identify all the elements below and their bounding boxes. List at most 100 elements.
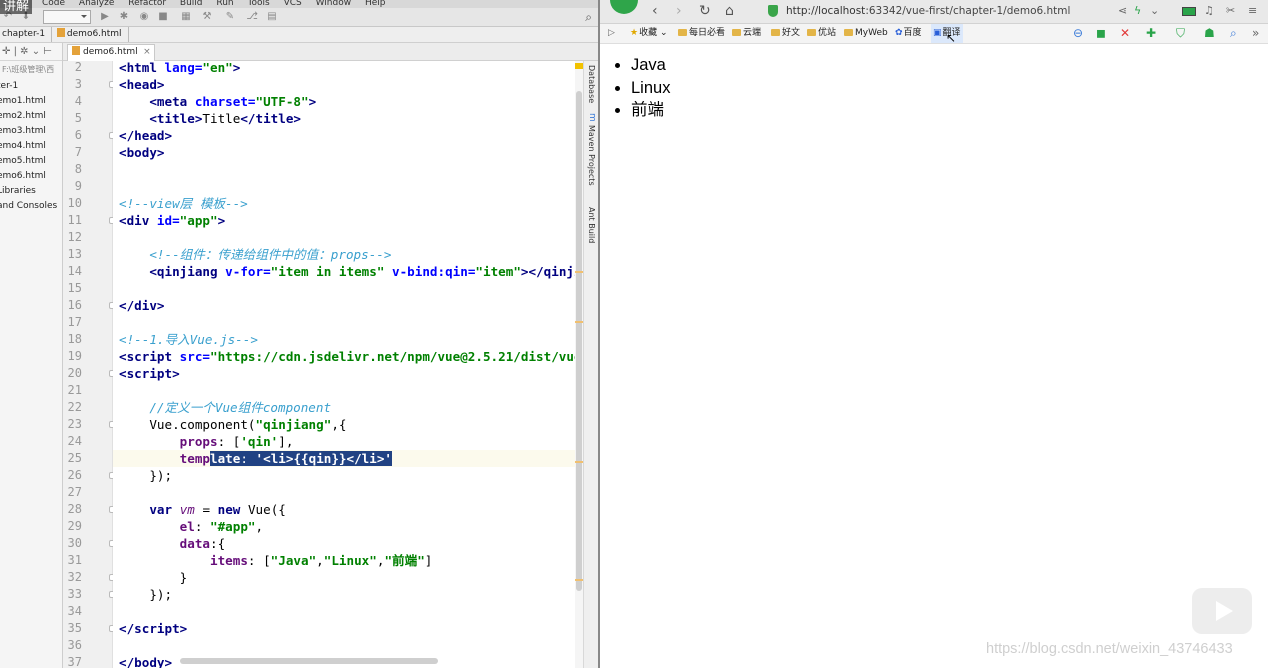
ext-x-icon[interactable]: ✕ [1120,26,1130,40]
menu-run[interactable]: Run [216,0,233,8]
tree-item-file[interactable]: emo4.html [0,139,62,154]
code-line[interactable]: template: '<li>{{qin}}</li>' [119,450,393,467]
settings-icon[interactable]: ✎ [224,11,236,23]
tree-item-file[interactable]: emo3.html [0,124,62,139]
run-config-select[interactable] [43,10,91,24]
menu-code[interactable]: Code [42,0,65,8]
error-stripe-marker[interactable] [575,579,583,581]
menu-window[interactable]: Window [316,0,352,8]
headphones-icon[interactable]: ♫ [1204,4,1214,18]
bookmark-cloud[interactable]: 云端 [732,24,761,43]
tree-item-file[interactable]: emo5.html [0,154,62,169]
hide-icon[interactable]: ⊢ [43,46,52,57]
editor-vertical-scrollbar[interactable] [575,61,583,668]
ext-add-icon[interactable]: ✚ [1146,26,1156,40]
warning-marker[interactable] [575,63,583,69]
editor-horizontal-scrollbar[interactable] [180,658,438,664]
tree-item-scratches[interactable]: and Consoles [0,199,62,214]
code-line[interactable]: items: ["Java","Linux","前端"] [119,552,432,569]
code-line[interactable]: Vue.component("qinjiang",{ [119,416,346,433]
address-bar[interactable]: http://localhost:63342/vue-first/chapter… [760,3,1100,20]
home-icon[interactable]: ⌂ [725,3,734,19]
code-line[interactable]: <script src="https://cdn.jsdelivr.net/np… [119,348,583,365]
run-icon[interactable]: ▶ [99,11,111,23]
chevron-down-icon[interactable]: ⌄ [1150,4,1159,18]
code-line[interactable]: <head> [119,76,165,93]
code-line[interactable]: <meta charset="UTF-8"> [119,93,316,110]
tree-item-libraries[interactable]: Libraries [0,184,62,199]
code-line[interactable]: </body> [119,654,172,668]
menu-tools[interactable]: Tools [248,0,270,8]
debug-icon[interactable]: ✱ [118,11,130,23]
code-line[interactable]: props: ['qin'], [119,433,294,450]
tool-database[interactable]: Database [584,65,598,103]
error-stripe-marker[interactable] [575,271,583,273]
structure-icon[interactable]: ⚒ [201,11,213,23]
chevron-down-icon[interactable]: ⌄ [32,46,40,57]
vcs-icon[interactable]: ⎇ [246,11,258,23]
code-line[interactable]: }); [119,467,172,484]
sidebar-toggle-icon[interactable]: ▷ [608,24,615,43]
code-line[interactable]: <div id="app"> [119,212,225,229]
project-structure-icon[interactable]: ▤ [266,11,278,23]
bookmark-sites[interactable]: 优站 [807,24,836,43]
share-icon[interactable]: ⋖ [1118,4,1127,18]
video-play-button[interactable] [1192,588,1252,634]
error-stripe-marker[interactable] [575,321,583,323]
bookmark-baidu[interactable]: ✿百度 [895,24,922,43]
code-line[interactable]: <body> [119,144,165,161]
more-icon[interactable]: » [1252,26,1259,40]
menu-help[interactable]: Help [365,0,386,8]
ext-green-icon[interactable]: ◼ [1096,26,1106,40]
code-line[interactable]: <title>Title</title> [119,110,301,127]
code-line[interactable]: }); [119,586,172,603]
back-icon[interactable]: ‹ [652,3,658,19]
tree-item-file[interactable]: emo6.html [0,169,62,184]
tool-maven-projects[interactable]: Maven Projects [584,125,598,186]
close-icon[interactable]: × [143,45,151,60]
code-line[interactable]: <!--view层 模板--> [119,195,248,212]
code-line[interactable]: </script> [119,620,187,637]
error-stripe-marker[interactable] [575,461,583,463]
bookmark-favorites[interactable]: ★收藏 ⌄ [630,24,668,43]
menu-build[interactable]: Build [180,0,203,8]
tree-item-chapter[interactable]: ter-1 [0,79,62,94]
url-text[interactable]: http://localhost:63342/vue-first/chapter… [786,3,1070,20]
breadcrumb-item[interactable]: demo6.html [55,27,129,42]
gear-icon[interactable]: ✲ [20,46,28,57]
code-line[interactable]: <!--组件：传递给组件中的值：props--> [119,246,391,263]
sdk-icon[interactable]: ▦ [180,11,192,23]
lightning-icon[interactable]: ϟ [1134,4,1141,18]
ext-shield-icon[interactable]: ⛉ [1176,26,1185,40]
zoom-out-icon[interactable]: ⊖ [1073,26,1083,40]
breadcrumb-item[interactable]: chapter-1 [0,27,53,42]
stop-icon[interactable]: ■ [157,11,169,23]
code-line[interactable]: </head> [119,127,172,144]
code-line[interactable]: <html lang="en"> [119,61,240,76]
search-icon[interactable]: ⌕ [585,10,592,25]
code-line[interactable]: <script> [119,365,180,382]
menu-vcs[interactable]: VCS [284,0,302,8]
code-line[interactable]: var vm = new Vue({ [119,501,286,518]
code-editor[interactable]: <html lang="en"> <head> <meta charset="UT… [113,61,583,668]
bookmark-articles[interactable]: 好文 [771,24,800,43]
menu-refactor[interactable]: Refactor [128,0,166,8]
bookmark-myweb[interactable]: MyWeb [844,24,888,43]
tool-ant-build[interactable]: Ant Build [584,207,598,243]
coverage-icon[interactable]: ◉ [138,11,150,23]
add-icon[interactable]: ✛ [2,46,10,57]
code-line[interactable]: data:{ [119,535,226,552]
code-line[interactable]: } [119,569,188,586]
code-line[interactable]: </div> [119,297,165,314]
menu-analyze[interactable]: Analyze [79,0,114,8]
code-line[interactable]: el: "#app", [119,518,263,535]
scroll-thumb[interactable] [576,91,582,591]
code-line[interactable]: //定义一个Vue组件component [119,399,331,416]
tree-item-file[interactable]: emo2.html [0,109,62,124]
bookmark-daily[interactable]: 每日必看 [678,24,725,43]
code-line[interactable]: <!--1.导入Vue.js--> [119,331,258,348]
refresh-icon[interactable]: ↻ [699,3,711,19]
forward-icon[interactable]: › [676,3,682,19]
code-line[interactable]: <qinjiang v-for="item in items" v-bind:q… [119,263,583,280]
search-icon[interactable]: ⌕ [1230,26,1237,40]
